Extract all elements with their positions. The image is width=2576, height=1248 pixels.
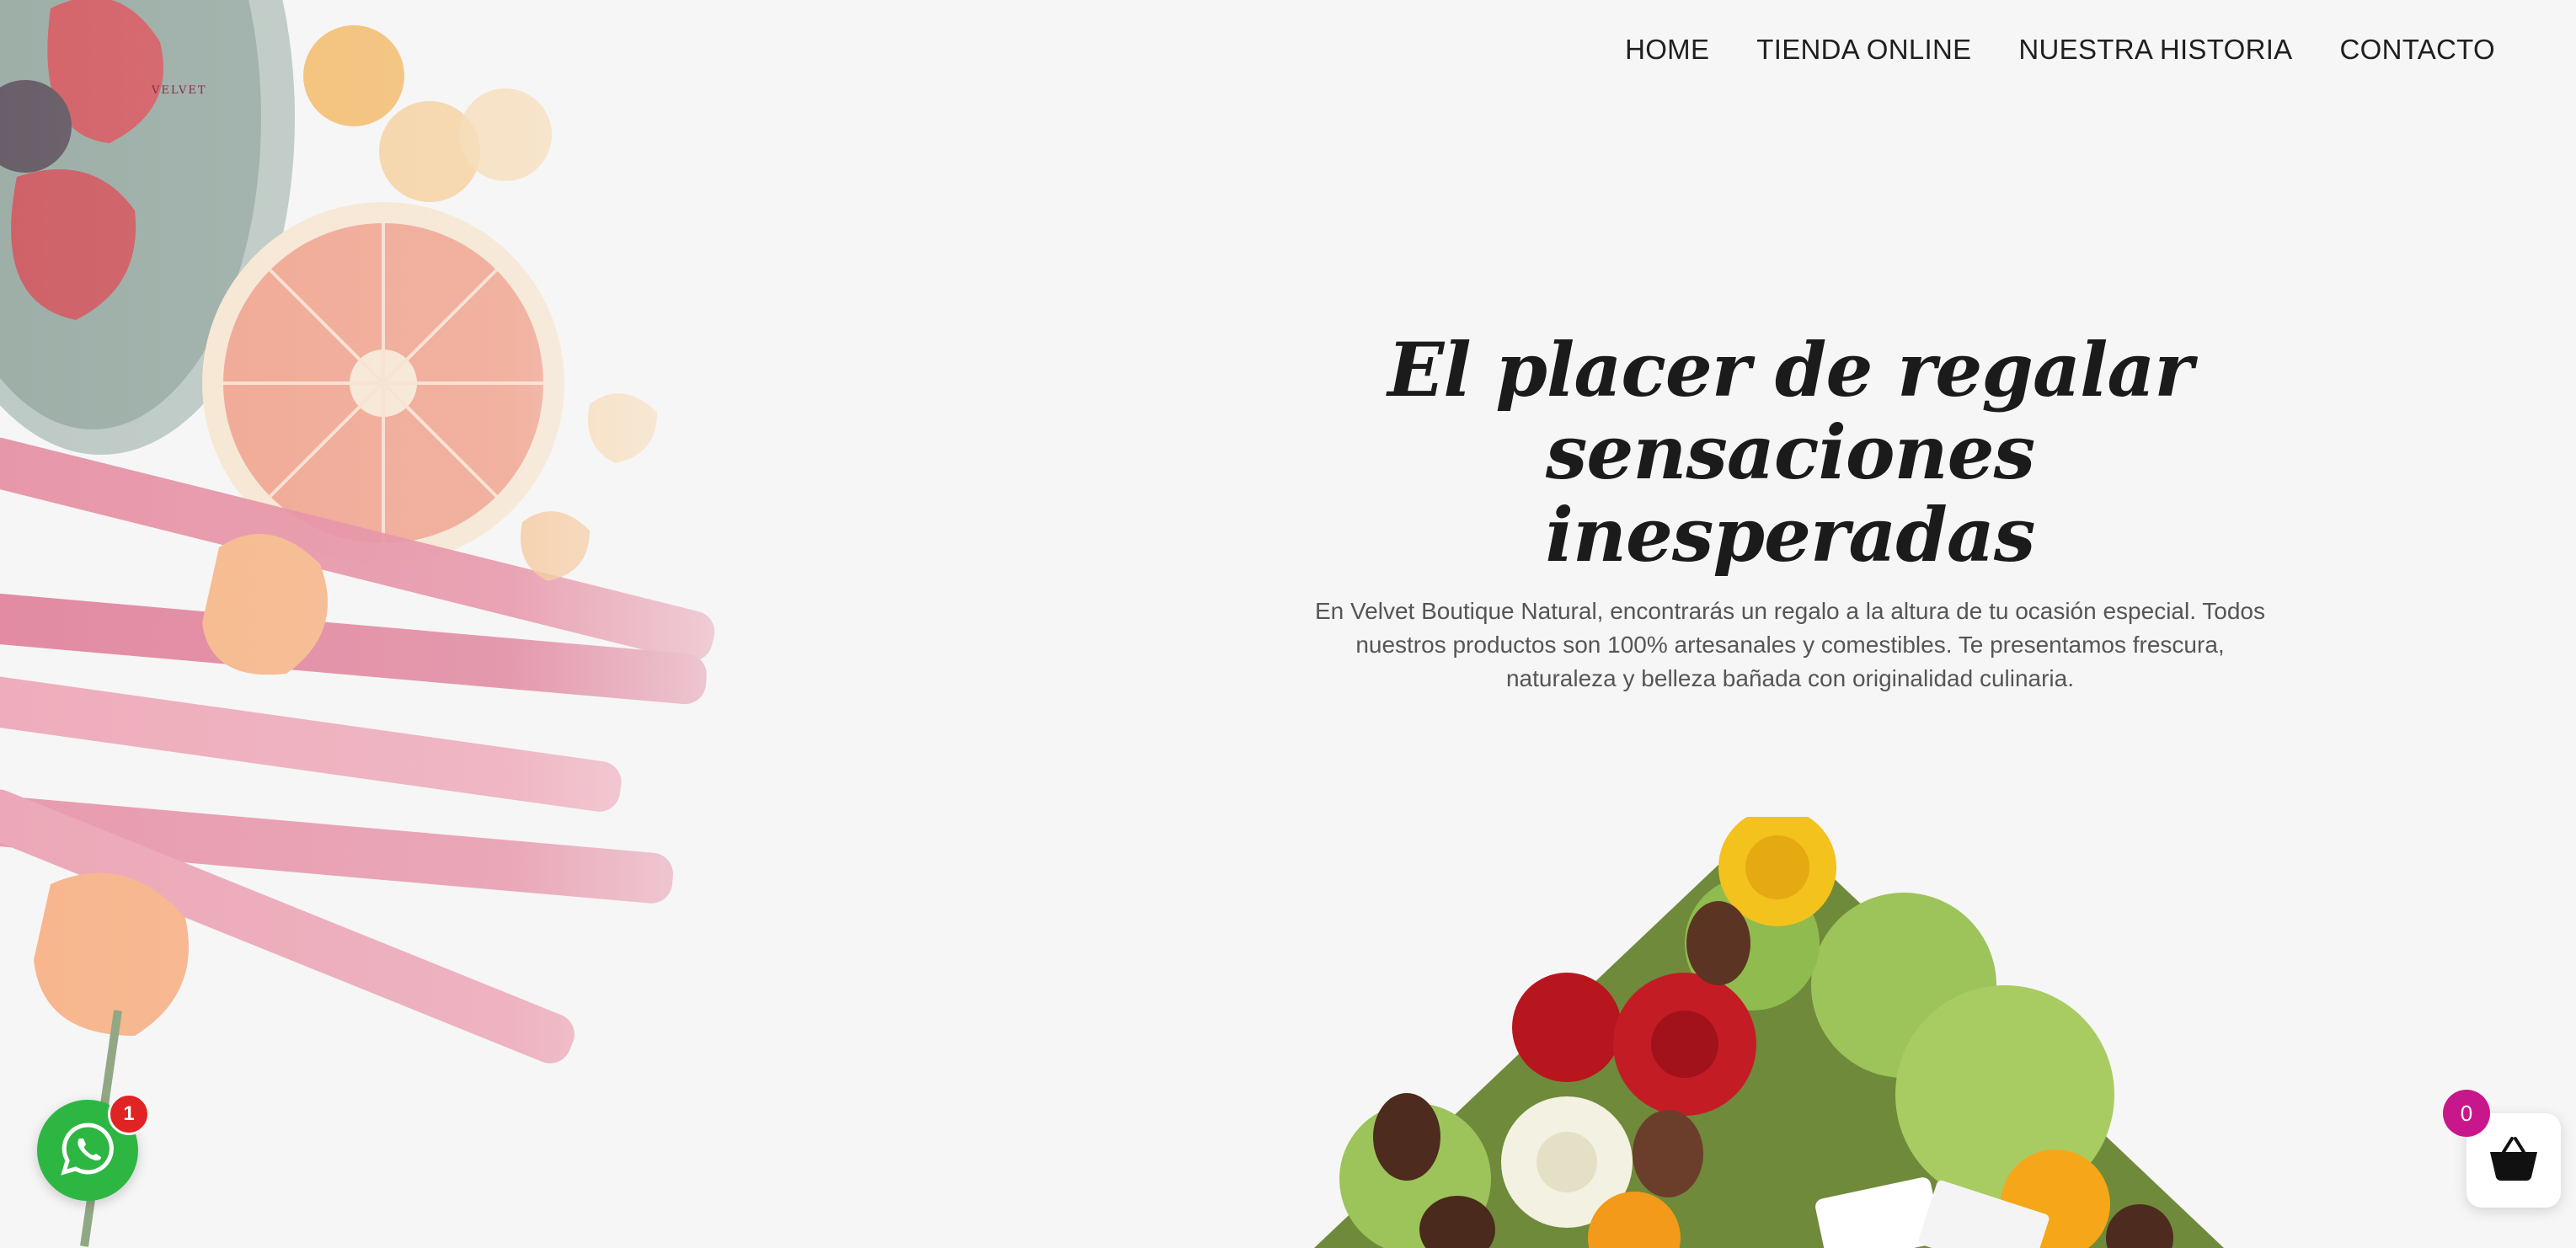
- whatsapp-icon: [57, 1118, 118, 1183]
- main-navigation: HOME TIENDA ONLINE NUESTRA HISTORIA CONT…: [1625, 34, 2495, 66]
- nav-item-nuestra-historia[interactable]: NUESTRA HISTORIA: [2018, 34, 2292, 66]
- basket-icon: [2487, 1135, 2541, 1187]
- hero-section: El placer de regalar sensaciones inesper…: [1297, 328, 2283, 696]
- whatsapp-notification-badge: 1: [108, 1093, 150, 1135]
- background-fruit-image: [0, 0, 842, 1248]
- cart-count-badge: 0: [2443, 1090, 2490, 1137]
- nav-item-home[interactable]: HOME: [1625, 34, 1709, 66]
- bouquet-image: [1314, 817, 2224, 1248]
- hero-title: El placer de regalar sensaciones inesper…: [1387, 326, 2194, 579]
- brand-logo[interactable]: VELVET: [152, 84, 207, 97]
- nav-item-contacto[interactable]: CONTACTO: [2339, 34, 2495, 66]
- nav-item-tienda-online[interactable]: TIENDA ONLINE: [1756, 34, 1971, 66]
- hero-description: En Velvet Boutique Natural, encontrarás …: [1315, 598, 2265, 691]
